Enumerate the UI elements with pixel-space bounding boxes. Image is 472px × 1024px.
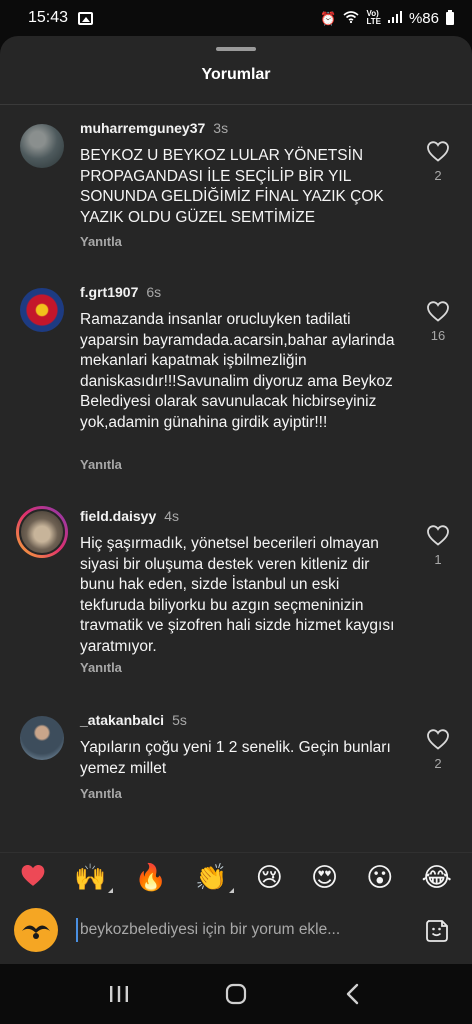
laughing-tears-emoji[interactable]: 😂 [422, 865, 452, 891]
comment-input[interactable] [76, 918, 386, 942]
comments-sheet: Yorumlar muharremguney37 3s BEYKOZ U BEYK… [0, 36, 472, 964]
comment-time: 3s [213, 120, 229, 136]
heart-eyes-emoji[interactable]: 😍 [311, 865, 338, 891]
drag-handle[interactable] [216, 47, 256, 51]
comment-list[interactable]: muharremguney37 3s BEYKOZ U BEYKOZ LULAR … [0, 106, 472, 886]
comment-text: Hiç şaşırmadık, yönetsel becerileri olma… [80, 535, 395, 655]
recent-apps-icon [109, 986, 128, 1002]
heart-outline-icon[interactable] [426, 140, 450, 162]
sticker-icon[interactable] [424, 918, 450, 944]
home-icon [225, 983, 247, 1005]
crying-face-emoji[interactable]: 😢 [256, 865, 283, 891]
comment-composer [0, 902, 472, 964]
comment-time: 4s [164, 508, 180, 524]
avatar[interactable] [20, 288, 64, 332]
title-divider [0, 104, 472, 105]
seagull-logo-icon [22, 925, 50, 939]
sheet-title: Yorumlar [201, 66, 271, 83]
battery-icon [446, 9, 454, 25]
heart-outline-icon[interactable] [426, 728, 450, 750]
comment-text: Ramazanda insanlar orucluyken tadilati y… [80, 311, 395, 431]
emoji-quick-bar: 🙌 🔥 👏 😢 😍 😮 😂 [0, 852, 472, 902]
alarm-icon: ⏰ [320, 10, 337, 26]
reply-button[interactable]: Yanıtla [80, 457, 122, 472]
like-area: 2 [424, 728, 452, 771]
avatar-story-ring[interactable] [16, 506, 68, 558]
comment-text: Yapıların çoğu yeni 1 2 senelik. Geçin b… [80, 739, 391, 777]
comment-text: BEYKOZ U BEYKOZ LULAR YÖNETSİN PROPAGAND… [80, 147, 384, 226]
avatar[interactable] [20, 716, 64, 760]
recent-apps-button[interactable] [104, 979, 134, 1009]
comment-time: 5s [172, 712, 187, 728]
reply-button[interactable]: Yanıtla [80, 660, 122, 675]
avatar [19, 509, 65, 555]
comment-username[interactable]: _atakanbalci [80, 712, 164, 728]
like-count: 2 [434, 756, 442, 771]
red-heart-emoji[interactable] [20, 863, 46, 892]
like-count: 16 [430, 328, 446, 343]
comment-time: 6s [146, 284, 162, 300]
gallery-icon [78, 11, 94, 25]
avatar[interactable] [20, 124, 64, 168]
system-nav-bar [0, 964, 472, 1024]
wifi-icon [343, 11, 359, 25]
like-count: 2 [434, 168, 442, 183]
status-bar: 15:43 ⏰ Vo) LTE %86 [0, 0, 472, 36]
reply-button[interactable]: Yanıtla [80, 786, 122, 801]
back-button[interactable] [338, 979, 368, 1009]
raising-hands-emoji[interactable]: 🙌 [74, 865, 114, 893]
signal-icon [387, 11, 402, 25]
like-area: 1 [424, 524, 452, 567]
heart-outline-icon[interactable] [426, 300, 450, 322]
lte-indicator: Vo) LTE [366, 9, 381, 26]
own-avatar [14, 908, 58, 952]
battery-percent: %86 [408, 9, 439, 27]
comment-username[interactable]: muharremguney37 [80, 120, 205, 136]
home-button[interactable] [221, 979, 251, 1009]
heart-outline-icon[interactable] [426, 524, 450, 546]
clapping-hands-emoji[interactable]: 👏 [195, 865, 235, 893]
status-time: 15:43 [28, 9, 69, 26]
like-count: 1 [434, 552, 442, 567]
like-area: 2 [424, 140, 452, 183]
fire-emoji[interactable]: 🔥 [135, 865, 167, 891]
comment-username[interactable]: field.daisyy [80, 508, 156, 524]
like-area: 16 [424, 300, 452, 343]
back-chevron-icon [347, 983, 359, 1005]
reply-button[interactable]: Yanıtla [80, 234, 122, 249]
comment-username[interactable]: f.grt1907 [80, 284, 138, 300]
surprised-face-emoji[interactable]: 😮 [366, 865, 393, 891]
